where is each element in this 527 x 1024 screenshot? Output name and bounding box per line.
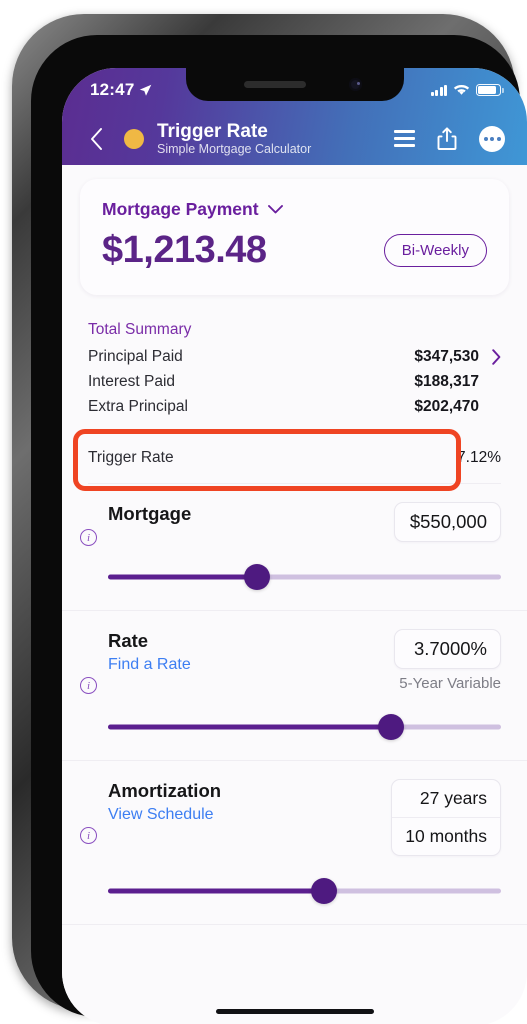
trigger-rate-label: Trigger Rate	[88, 449, 174, 466]
summary-row-extra-principal: Extra Principal $202,470	[88, 394, 501, 419]
mortgage-amount-input[interactable]: $550,000	[394, 502, 501, 542]
rate-slider[interactable]	[108, 714, 501, 740]
back-chevron-icon	[90, 127, 102, 150]
mortgage-payment-label: Mortgage Payment	[102, 199, 259, 219]
navigation-bar: Trigger Rate Simple Mortgage Calculator	[62, 112, 527, 165]
amber-status-dot	[124, 128, 144, 149]
mortgage-payment-card: Mortgage Payment $1,213.48 Bi-Weekly	[80, 179, 509, 295]
payment-frequency-button[interactable]: Bi-Weekly	[383, 233, 487, 267]
mortgage-label-block: Mortgage	[88, 502, 191, 526]
mortgage-section: i Mortgage $550,000	[62, 484, 527, 611]
hamburger-menu-icon[interactable]	[394, 129, 415, 148]
summary-value: $188,317	[414, 372, 479, 390]
status-time: 12:47	[90, 80, 135, 99]
battery-icon	[476, 84, 504, 96]
find-a-rate-link[interactable]: Find a Rate	[108, 654, 191, 676]
view-schedule-link[interactable]: View Schedule	[108, 804, 221, 826]
nav-actions	[394, 125, 505, 152]
amortization-info-icon[interactable]: i	[80, 827, 97, 844]
cellular-signal-icon	[430, 84, 447, 96]
summary-value: $202,470	[414, 397, 479, 415]
wifi-icon	[453, 84, 470, 95]
payment-amount: $1,213.48	[102, 229, 267, 271]
front-camera-icon	[348, 78, 362, 91]
main-content: Mortgage Payment $1,213.48 Bi-Weekly Tot	[62, 165, 527, 1024]
summary-label: Interest Paid	[88, 372, 176, 390]
payment-amount-row: $1,213.48 Bi-Weekly	[102, 227, 487, 273]
back-button[interactable]	[82, 124, 110, 154]
summary-label: Extra Principal	[88, 397, 188, 415]
phone-bezel: 12:47 Trigger Rate Simple Mortgage Calcu…	[31, 35, 527, 1024]
rate-section: i Rate Find a Rate 3.7000% 5-Year Variab…	[62, 611, 527, 761]
share-icon[interactable]	[437, 126, 457, 151]
more-options-icon[interactable]	[479, 125, 505, 152]
mortgage-header: Mortgage $550,000	[88, 502, 501, 542]
slider-thumb[interactable]	[311, 878, 338, 904]
summary-label: Principal Paid	[88, 347, 183, 365]
trigger-rate-section: Trigger Rate 7.12%	[62, 429, 527, 491]
page-title: Trigger Rate	[157, 120, 268, 142]
slider-track-fill	[108, 888, 325, 894]
rate-title: Rate	[108, 630, 149, 651]
rate-term-note: 5-Year Variable	[399, 675, 501, 692]
amortization-section: i Amortization View Schedule 27 years 10…	[62, 761, 527, 925]
mortgage-payment-selector[interactable]: Mortgage Payment	[102, 199, 487, 220]
rate-label-block: Rate Find a Rate	[88, 629, 191, 676]
home-indicator[interactable]	[215, 1009, 374, 1014]
amortization-header: Amortization View Schedule 27 years 10 m…	[88, 779, 501, 856]
rate-header: Rate Find a Rate 3.7000% 5-Year Variable	[88, 629, 501, 692]
page-subtitle: Simple Mortgage Calculator	[157, 141, 312, 156]
chevron-down-icon	[267, 205, 283, 214]
amortization-years[interactable]: 27 years	[392, 780, 500, 817]
summary-row-principal-paid[interactable]: Principal Paid $347,530	[88, 344, 501, 369]
amortization-term-input[interactable]: 27 years 10 months	[391, 779, 501, 856]
amortization-months[interactable]: 10 months	[392, 817, 500, 855]
trigger-rate-value: 7.12%	[457, 449, 501, 466]
slider-thumb[interactable]	[377, 714, 404, 740]
total-summary-title: Total Summary	[88, 321, 192, 338]
phone-frame: 12:47 Trigger Rate Simple Mortgage Calcu…	[12, 14, 527, 1024]
phone-screen: 12:47 Trigger Rate Simple Mortgage Calcu…	[62, 68, 527, 1024]
earpiece-speaker-icon	[243, 81, 306, 88]
trigger-rate-row[interactable]: Trigger Rate 7.12%	[88, 435, 501, 484]
screenshot-stage: 12:47 Trigger Rate Simple Mortgage Calcu…	[0, 0, 527, 1024]
slider-track-fill	[108, 574, 258, 580]
amortization-label-block: Amortization View Schedule	[88, 779, 221, 826]
summary-row-interest-paid: Interest Paid $188,317	[88, 369, 501, 394]
rate-value-input[interactable]: 3.7000%	[394, 629, 501, 669]
slider-track-fill	[108, 724, 391, 730]
mortgage-info-icon[interactable]: i	[80, 529, 97, 546]
mortgage-title: Mortgage	[108, 503, 192, 524]
mortgage-value-block: $550,000	[394, 502, 501, 542]
mortgage-slider[interactable]	[108, 564, 501, 590]
amortization-slider[interactable]	[108, 878, 501, 904]
location-arrow-icon	[140, 84, 152, 96]
amortization-value-block: 27 years 10 months	[391, 779, 501, 856]
device-notch	[185, 68, 404, 101]
summary-value: $347,530	[414, 347, 479, 365]
slider-thumb[interactable]	[244, 564, 271, 590]
chevron-right-icon	[479, 348, 501, 365]
rate-info-icon[interactable]: i	[80, 677, 97, 694]
status-bar-right	[430, 84, 504, 96]
rate-value-block: 3.7000% 5-Year Variable	[394, 629, 501, 692]
status-bar-left: 12:47	[90, 80, 152, 100]
total-summary: Total Summary Principal Paid $347,530 In…	[88, 321, 501, 419]
amortization-title: Amortization	[108, 780, 222, 801]
nav-title-block: Trigger Rate Simple Mortgage Calculator	[157, 121, 394, 157]
